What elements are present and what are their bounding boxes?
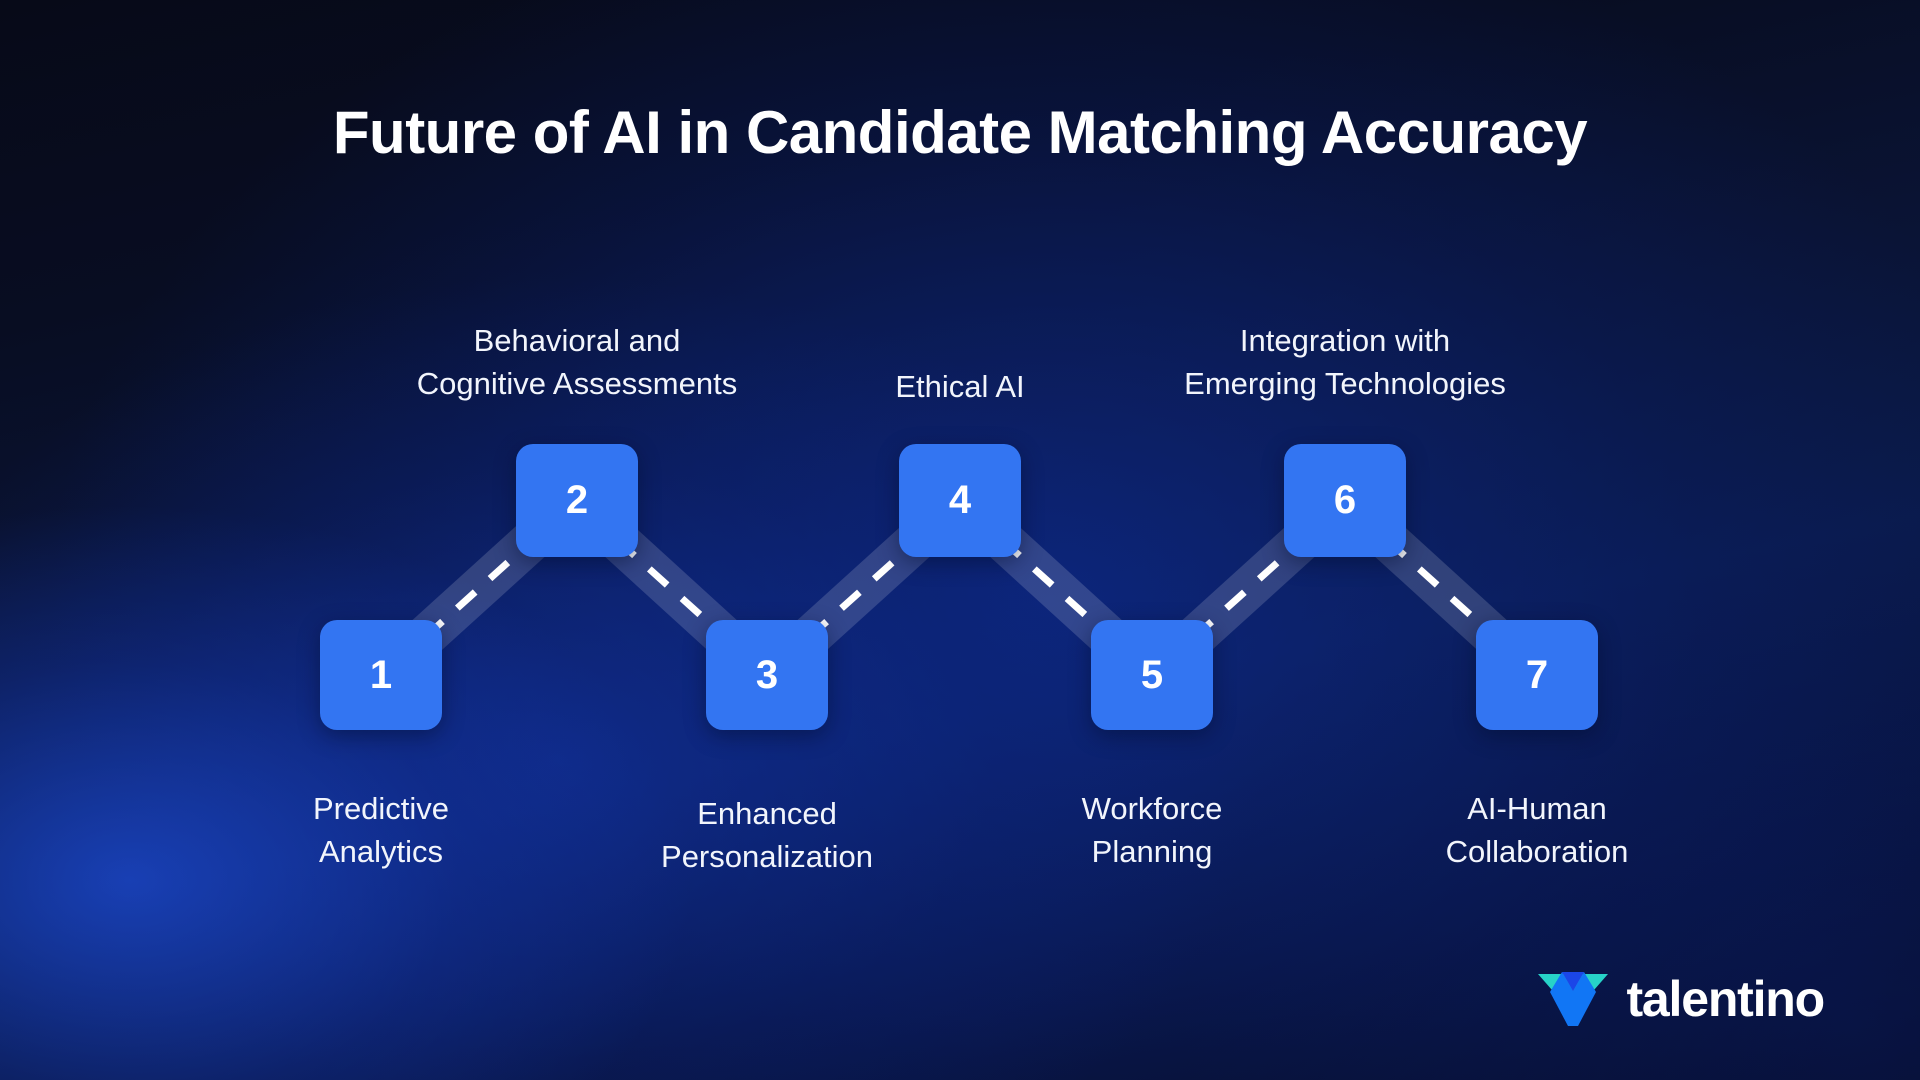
step-caption-7: AI-Human Collaboration <box>1445 791 1629 869</box>
step-box-2[interactable]: 2 <box>516 444 638 557</box>
step-box-3[interactable]: 3 <box>706 620 828 730</box>
brand-wordmark: talentino <box>1626 971 1825 1027</box>
step-box-4[interactable]: 4 <box>899 444 1021 557</box>
step-box-1[interactable]: 1 <box>320 620 442 730</box>
talentino-v-mark-icon <box>1538 972 1609 1026</box>
step-number-3: 3 <box>755 652 779 697</box>
step-box-7[interactable]: 7 <box>1476 620 1598 730</box>
step-number-7: 7 <box>1525 652 1549 697</box>
step-caption-5: Workforce Planning <box>1081 791 1223 869</box>
step-number-4: 4 <box>948 478 972 522</box>
step-caption-3: Enhanced Personalization <box>661 796 873 874</box>
step-number-2: 2 <box>565 478 589 522</box>
step-caption-2: Behavioral and Cognitive Assessments <box>416 323 738 401</box>
step-number-5: 5 <box>1140 652 1164 697</box>
step-number-6: 6 <box>1333 478 1357 522</box>
brand-logo: talentino <box>1536 968 1825 1030</box>
slide-canvas: Future of AI in Candidate Matching Accur… <box>0 0 1920 1080</box>
step-caption-1: Predictive Analytics <box>312 791 450 869</box>
step-number-1: 1 <box>369 652 393 697</box>
step-box-5[interactable]: 5 <box>1091 620 1213 730</box>
step-caption-6: Integration with Emerging Technologies <box>1184 323 1506 401</box>
step-box-6[interactable]: 6 <box>1284 444 1406 557</box>
